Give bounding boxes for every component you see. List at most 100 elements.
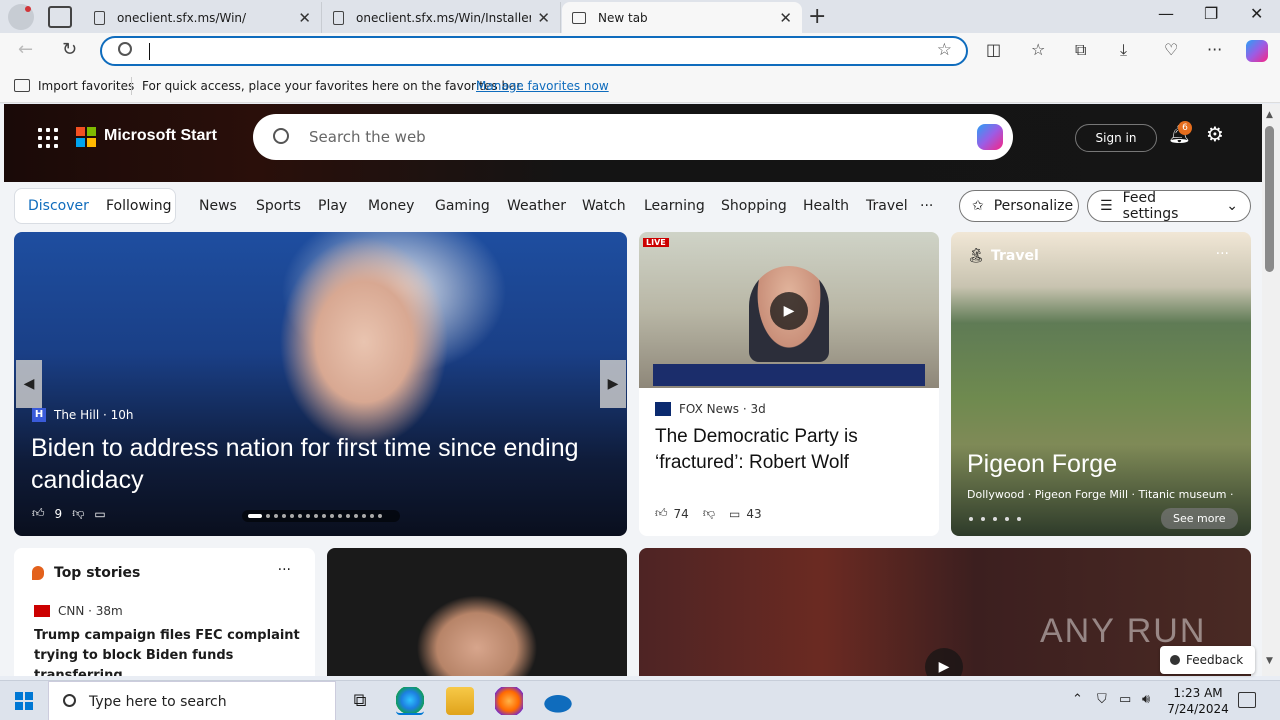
restore-icon[interactable]: ❐	[1204, 4, 1218, 23]
windows-start-icon[interactable]	[15, 692, 33, 710]
sliders-icon: ☰	[1100, 198, 1113, 214]
comment-icon[interactable]: ▭	[94, 507, 105, 521]
system-clock[interactable]: 1:23 AM 7/24/2024	[1162, 685, 1234, 717]
tab-3-active[interactable]: New tab ✕	[562, 2, 802, 33]
file-explorer-icon[interactable]	[446, 687, 474, 715]
nav-shopping[interactable]: Shopping	[721, 198, 787, 214]
tab-discover[interactable]: Discover	[28, 198, 89, 214]
collections-icon[interactable]: ⧉	[1075, 40, 1086, 60]
play-icon[interactable]: ▶	[770, 292, 808, 330]
tab-following[interactable]: Following	[106, 198, 172, 214]
feed-settings-label: Feed settings	[1122, 190, 1179, 222]
comment-icon[interactable]: ▭	[729, 507, 740, 521]
dislike-icon[interactable]: 👎︎	[72, 506, 84, 521]
volume-icon[interactable]: 🔊︎	[1142, 692, 1150, 707]
card-category: Travel	[991, 248, 1039, 264]
nav-gaming[interactable]: Gaming	[435, 198, 490, 214]
task-view-icon[interactable]: ⧉	[346, 687, 374, 715]
video-thumbnail[interactable]: LIVE ▶	[639, 232, 939, 388]
carousel-next-icon[interactable]: ▶	[600, 360, 626, 408]
downloads-icon[interactable]: ⤓	[1120, 40, 1127, 60]
feed-nav: Discover Following News Sports Play Mone…	[0, 186, 1262, 228]
like-icon[interactable]: 👍︎	[32, 506, 45, 521]
edge-browser-icon[interactable]	[396, 687, 424, 715]
settings-gear-icon[interactable]: ⚙	[1206, 122, 1224, 146]
page-scrollbar[interactable]: ▲ ▼	[1262, 104, 1280, 676]
carousel-prev-icon[interactable]: ◀	[16, 360, 42, 408]
address-bar[interactable]: ☆	[100, 36, 968, 66]
like-icon[interactable]: 👍︎	[655, 506, 668, 521]
favorites-hint: For quick access, place your favorites h…	[142, 79, 525, 93]
manage-favorites-link[interactable]: Manage favorites now	[476, 79, 609, 93]
nav-more[interactable]: ···	[920, 198, 933, 214]
new-tab-page-icon	[572, 11, 586, 24]
carousel-indicator	[969, 517, 1021, 521]
close-tab-icon[interactable]: ✕	[537, 9, 550, 27]
nav-health[interactable]: Health	[803, 198, 849, 214]
tab-1[interactable]: oneclient.sfx.ms/Win/ ✕	[84, 2, 322, 33]
scroll-up-icon[interactable]: ▲	[1266, 110, 1273, 120]
personalize-button[interactable]: ✩ Personalize	[959, 190, 1079, 222]
more-options-icon[interactable]: ···	[278, 562, 291, 578]
destination-title[interactable]: Pigeon Forge	[967, 450, 1117, 479]
firefox-icon[interactable]	[495, 687, 523, 715]
minimize-icon[interactable]: —	[1158, 4, 1174, 23]
nav-watch[interactable]: Watch	[582, 198, 626, 214]
tab-2[interactable]: oneclient.sfx.ms/Win/Installers/2... ✕	[323, 2, 561, 33]
close-tab-icon[interactable]: ✕	[779, 9, 792, 27]
news-card-fox[interactable]: LIVE ▶ FOX News · 3d The Democratic Part…	[639, 232, 939, 536]
search-icon	[63, 694, 76, 707]
show-hidden-icons-icon[interactable]: ⌃	[1072, 692, 1083, 707]
web-search-box[interactable]: Search the web	[253, 114, 1013, 160]
browser-essentials-icon[interactable]: ♡	[1164, 40, 1178, 59]
more-menu-icon[interactable]: ···	[1207, 40, 1222, 59]
search-icon	[273, 128, 289, 144]
more-options-icon[interactable]: ···	[1216, 246, 1229, 262]
article-headline[interactable]: Trump campaign files FEC complaint tryin…	[34, 626, 302, 676]
hero-carousel-card[interactable]: ◀ ▶ H The Hill · 10h Biden to address na…	[14, 232, 627, 536]
nav-sports[interactable]: Sports	[256, 198, 301, 214]
play-icon[interactable]: ▶	[925, 648, 963, 676]
copilot-icon[interactable]	[977, 124, 1003, 150]
favorites-icon[interactable]: ☆	[1031, 40, 1045, 59]
scroll-thumb[interactable]	[1265, 126, 1274, 272]
nav-news[interactable]: News	[199, 198, 237, 214]
taskbar-search[interactable]: Type here to search	[48, 681, 336, 720]
travel-card[interactable]: 🏝︎ Travel ··· Pigeon Forge Dollywood · P…	[951, 232, 1251, 536]
scroll-down-icon[interactable]: ▼	[1266, 656, 1273, 666]
close-tab-icon[interactable]: ✕	[298, 9, 311, 27]
article-headline[interactable]: Biden to address nation for first time s…	[31, 432, 611, 496]
nav-travel[interactable]: Travel	[866, 198, 908, 214]
action-center-icon[interactable]	[1238, 692, 1256, 708]
feedback-button[interactable]: Feedback	[1160, 646, 1256, 674]
like-count: 9	[54, 506, 63, 521]
copilot-icon[interactable]	[1246, 40, 1268, 62]
feed-settings-button[interactable]: ☰ Feed settings ⌄	[1087, 190, 1251, 222]
network-icon[interactable]: ▭	[1119, 692, 1131, 707]
profile-avatar-icon[interactable]	[8, 4, 34, 30]
nav-learning[interactable]: Learning	[644, 198, 705, 214]
app-launcher-icon[interactable]	[38, 128, 58, 148]
security-icon[interactable]: ⛉	[1097, 692, 1107, 707]
onedrive-icon[interactable]	[544, 687, 572, 715]
brand-title[interactable]: Microsoft Start	[104, 127, 217, 145]
the-hill-logo-icon: H	[32, 408, 46, 422]
favorite-star-icon[interactable]: ☆	[937, 40, 952, 60]
nav-money[interactable]: Money	[368, 198, 414, 214]
close-window-icon[interactable]: ✕	[1250, 4, 1263, 23]
refresh-icon[interactable]: ↻	[62, 39, 77, 60]
split-screen-icon[interactable]: ◫	[986, 40, 1001, 59]
see-more-button[interactable]: See more	[1161, 508, 1238, 529]
nav-play[interactable]: Play	[318, 198, 347, 214]
dislike-icon[interactable]: 👎︎	[703, 506, 715, 521]
back-icon[interactable]: ←	[18, 39, 33, 60]
article-headline[interactable]: The Democratic Party is ‘fractured’: Rob…	[655, 424, 925, 476]
news-card-image[interactable]	[327, 548, 627, 676]
nav-weather[interactable]: Weather	[507, 198, 566, 214]
tab-actions-icon[interactable]	[48, 6, 72, 28]
new-tab-button[interactable]: +	[808, 4, 826, 29]
import-favorites-button[interactable]: Import favorites	[38, 79, 134, 93]
text-caret	[149, 43, 150, 60]
divider	[131, 77, 132, 95]
sign-in-button[interactable]: Sign in	[1075, 124, 1157, 152]
